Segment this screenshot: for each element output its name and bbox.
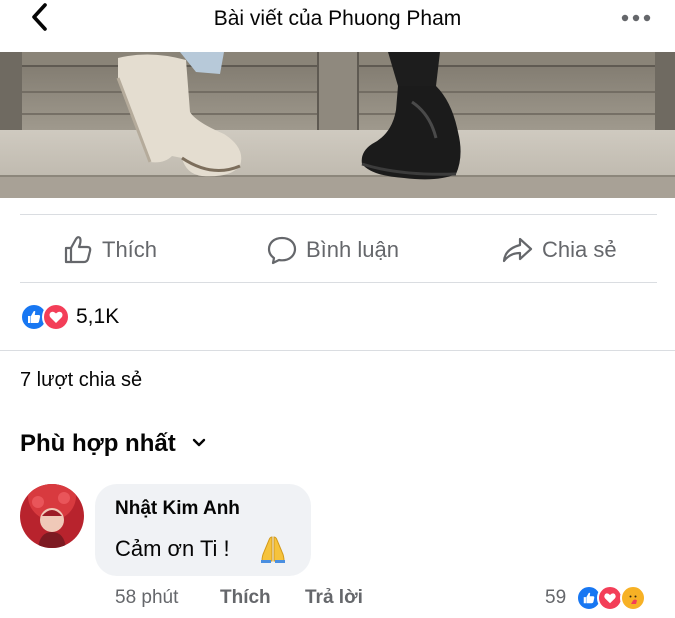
chevron-down-icon (192, 435, 206, 453)
avatar[interactable] (20, 484, 84, 548)
comment-reply-button[interactable]: Trả lời (305, 587, 363, 609)
comment-author[interactable]: Nhật Kim Anh (115, 498, 240, 520)
divider-top (20, 214, 657, 215)
comment-like-button[interactable]: Thích (220, 587, 271, 609)
page-title: Bài viết của Phuong Pham (213, 7, 462, 30)
comment-bubble: Nhật Kim Anh Cảm ơn Ti ! (95, 484, 311, 576)
share-count[interactable]: 7 lượt chia sẻ (20, 369, 142, 392)
reaction-count: 5,1K (76, 305, 120, 328)
thumbs-up-icon (62, 234, 94, 266)
like-label: Thích (102, 237, 158, 262)
more-horizontal-icon (621, 9, 651, 27)
post-photo[interactable] (0, 52, 675, 198)
share-button[interactable]: Chia sẻ (500, 230, 617, 270)
comment-sort-label: Phù hợp nhất (20, 430, 176, 457)
comment-time: 58 phút (115, 587, 179, 608)
comment-button[interactable]: Bình luận (266, 230, 399, 270)
comment-label: Bình luận (306, 237, 399, 262)
share-label: Chia sẻ (542, 237, 617, 262)
comment-reaction-count[interactable]: 59 (545, 587, 566, 609)
share-arrow-icon (500, 234, 534, 266)
care-reaction-icon (620, 585, 646, 611)
love-reaction-icon (42, 303, 70, 331)
folded-hands-icon (258, 534, 288, 569)
comment-text: Cảm ơn Ti ! (115, 536, 230, 561)
divider-reactions (0, 350, 675, 351)
reactions-summary[interactable]: 5,1K (20, 300, 119, 334)
more-options-button[interactable] (619, 6, 653, 30)
post-action-bar: Thích Bình luận Chia sẻ (0, 222, 675, 278)
comment-sort-dropdown[interactable]: Phù hợp nhất (20, 430, 206, 458)
top-bar: Bài viết của Phuong Pham (0, 0, 675, 40)
like-button[interactable]: Thích (62, 230, 157, 270)
divider-actions (20, 282, 657, 283)
comment-icon (266, 234, 298, 266)
